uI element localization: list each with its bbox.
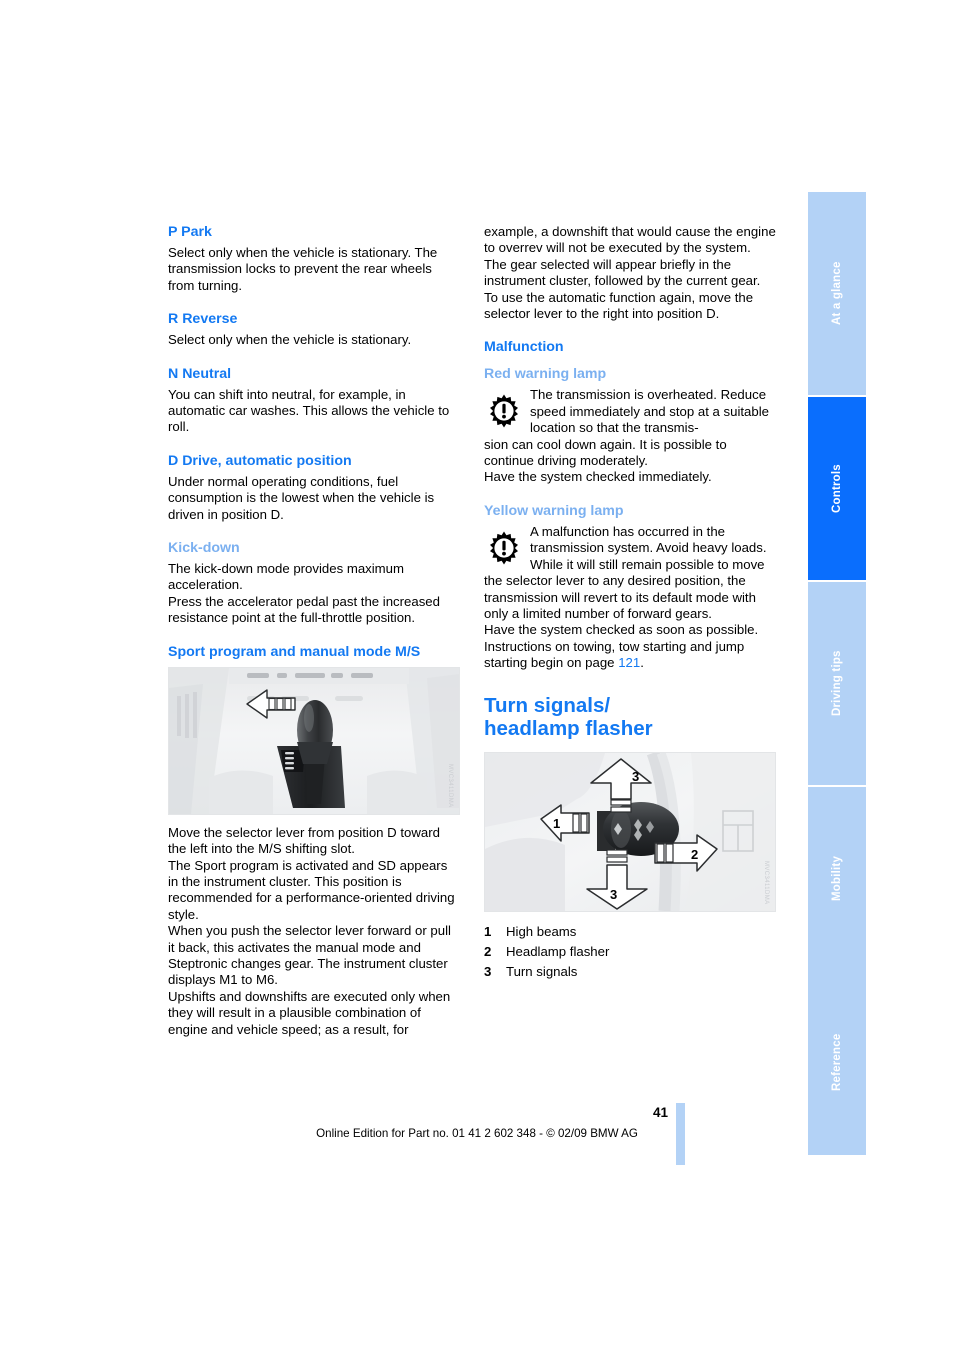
gear-exclamation-icon [484, 388, 524, 434]
text-sport-3: When you push the selector lever forward… [168, 923, 451, 988]
text-d-drive: Under normal operating conditions, fuel … [168, 473, 435, 522]
heading-red-warning-lamp: Red warning lamp [484, 366, 607, 383]
legend-item: 1 High beams [484, 922, 776, 942]
figure-code-gear: MVC3411DMA [447, 764, 453, 808]
legend-item: 2 Headlamp flasher [484, 942, 776, 962]
heading-sport-program: Sport program and manual mode M/S [168, 643, 421, 660]
text-towing-note: Instructions on towing, tow starting and… [484, 639, 776, 672]
heading-r-reverse: R Reverse [168, 311, 238, 328]
towing-note-suffix: . [640, 655, 644, 671]
red-warning-lamp-block: The transmission is overheated. Reduce s… [484, 387, 776, 436]
heading-p-park: P Park [168, 224, 212, 240]
heading-d-drive: D Drive, automatic position [168, 452, 352, 469]
side-tab-navigation: At a glance Controls Driving tips Mobili… [808, 190, 866, 1155]
text-continuation-2: To use the automatic function again, mov… [484, 289, 754, 322]
svg-text:3: 3 [632, 769, 639, 784]
text-red-lamp-body: sion can cool down again. It is possible… [484, 436, 727, 469]
text-sport-2: The Sport program is activated and SD ap… [168, 857, 455, 922]
legend-number: 3 [484, 963, 492, 979]
legend-item: 3 Turn signals [484, 962, 776, 982]
legend-label: Headlamp flasher [506, 943, 610, 959]
text-kick-down-1: The kick-down mode provides maximum acce… [168, 561, 404, 593]
text-kick-down-2: Press the accelerator pedal past the inc… [168, 593, 440, 626]
text-yellow-lamp-body: the selector lever to any desired positi… [484, 573, 756, 621]
text-yellow-lamp-indented: A malfunction has occurred in the transm… [530, 523, 767, 572]
text-n-neutral: You can shift into neutral, for example,… [168, 386, 450, 435]
legend-label: High beams [506, 923, 577, 939]
sidebar-item-at-a-glance[interactable]: At a glance [808, 190, 866, 395]
figure-code-stalk: MVC3411DMA [763, 860, 769, 905]
towing-note-prefix: Instructions on towing, tow starting and… [484, 638, 745, 671]
turn-signal-stalk-illustration: 3 1 2 3 MVC3411DMA [484, 751, 776, 912]
legend-number: 1 [484, 923, 492, 939]
gear-exclamation-icon [484, 525, 524, 571]
page-link-121[interactable]: 121 [618, 655, 640, 670]
title-line-2: headlamp flasher [484, 716, 653, 740]
right-column: example, a downshift that would cause th… [484, 224, 776, 982]
heading-n-neutral: N Neutral [168, 365, 232, 382]
manual-page: P Park Select only when the vehicle is s… [0, 0, 954, 1350]
page-number: 41 [652, 1105, 668, 1120]
page-title-turn-signals: Turn signals/ headlamp flasher [484, 694, 776, 740]
heading-yellow-warning-lamp: Yellow warning lamp [484, 502, 624, 519]
legend-label: Turn signals [506, 963, 578, 979]
text-r-reverse: Select only when the vehicle is stationa… [168, 332, 412, 348]
text-sport-4: Upshifts and downshifts are executed onl… [168, 988, 451, 1037]
gear-selector-illustration: MVC3411DMA [168, 666, 460, 815]
svg-text:3: 3 [610, 887, 617, 902]
heading-malfunction: Malfunction [484, 339, 564, 356]
text-sport-1: Move the selector lever from position D … [168, 824, 440, 857]
heading-kick-down: Kick-down [168, 540, 240, 557]
text-yellow-lamp-body-2: Have the system checked as soon as possi… [484, 622, 759, 638]
sidebar-item-controls[interactable]: Controls [808, 395, 866, 580]
title-line-1: Turn signals/ [484, 693, 611, 717]
svg-text:2: 2 [691, 847, 698, 862]
sidebar-item-mobility[interactable]: Mobility [808, 785, 866, 970]
yellow-warning-lamp-block: A malfunction has occurred in the transm… [484, 524, 776, 573]
footer-text: Online Edition for Part no. 01 41 2 602 … [316, 1127, 638, 1140]
sidebar-item-driving-tips[interactable]: Driving tips [808, 580, 866, 785]
left-column: P Park Select only when the vehicle is s… [168, 224, 460, 1038]
turn-signal-legend: 1 High beams 2 Headlamp flasher 3 Turn s… [484, 922, 776, 982]
legend-number: 2 [484, 943, 492, 959]
text-continuation-1: example, a downshift that would cause th… [484, 224, 776, 289]
text-red-lamp-body-2: Have the system checked immediately. [484, 469, 712, 485]
text-p-park: Select only when the vehicle is stationa… [168, 245, 438, 293]
svg-text:1: 1 [553, 816, 560, 831]
text-red-lamp-indented: The transmission is overheated. Reduce s… [530, 387, 769, 436]
